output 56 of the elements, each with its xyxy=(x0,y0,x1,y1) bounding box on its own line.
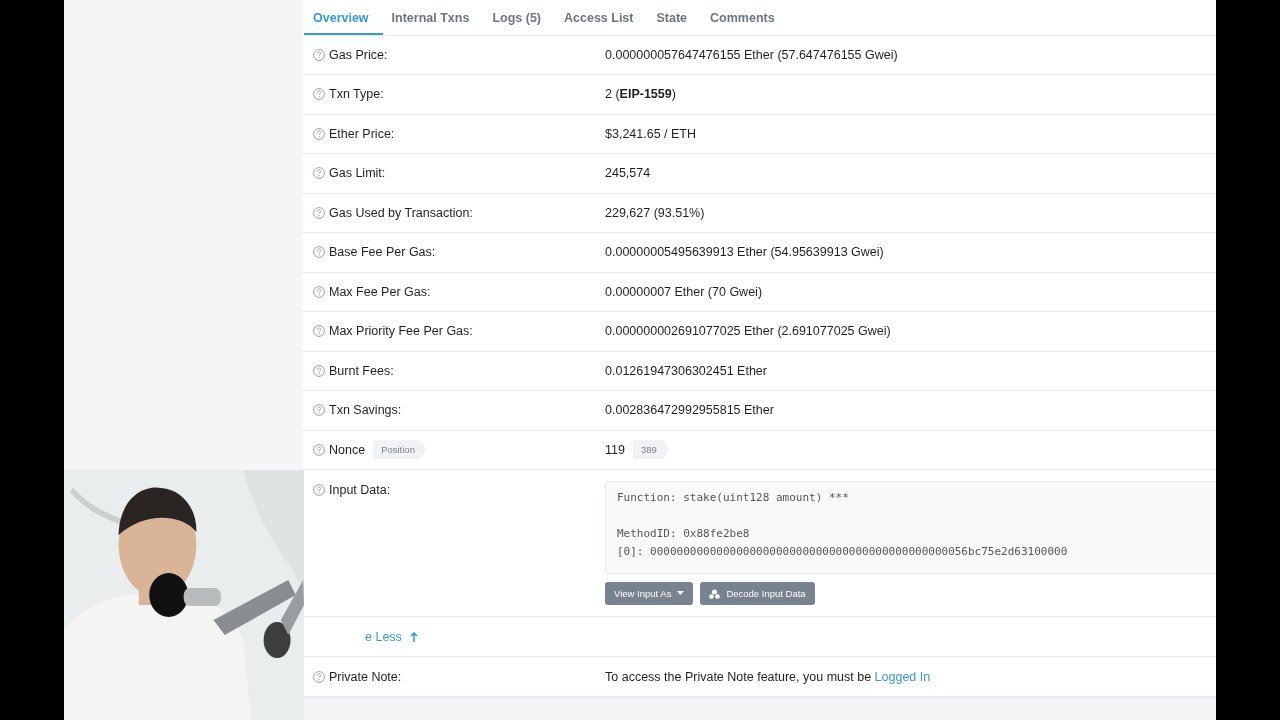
field-value: 0.000000002691077025 Ether (2.691077025 Gwei) xyxy=(605,324,891,339)
tab[interactable]: Logs (5) xyxy=(483,0,555,35)
help-icon[interactable] xyxy=(313,285,325,298)
position-tag: Position xyxy=(373,440,427,460)
note-text: To access the Private Note feature, you must be Logged In xyxy=(605,669,931,684)
tab[interactable]: Overview xyxy=(304,0,383,35)
tab[interactable]: Comments xyxy=(701,0,789,35)
arrow-up-icon xyxy=(409,631,418,642)
field-label: Burnt Fees: xyxy=(329,363,394,378)
field-value: 0.00000005495639913 Ether (54.95639913 Gwei) xyxy=(605,245,884,260)
position-tag: 389 xyxy=(632,440,669,460)
field-label: Txn Savings: xyxy=(329,403,402,418)
caret-icon xyxy=(677,591,685,596)
help-icon[interactable] xyxy=(313,246,325,259)
tab[interactable]: Access List xyxy=(555,0,648,35)
field-label: Gas Used by Transaction: xyxy=(329,205,473,220)
help-icon[interactable] xyxy=(313,404,325,417)
field-label: Base Fee Per Gas: xyxy=(329,245,436,260)
field-value: 0.01261947306302451 Ether xyxy=(605,363,767,378)
help-icon[interactable] xyxy=(313,167,325,180)
field-label: Input Data: xyxy=(329,483,391,497)
help-icon[interactable] xyxy=(313,484,325,496)
field-value: 229,627 (93.51%) xyxy=(605,205,705,220)
field-value: 0.00000007 Ether (70 Gwei) xyxy=(605,284,763,299)
field-label: Max Priority Fee Per Gas: xyxy=(329,324,473,339)
field-label: Nonce xyxy=(329,442,366,457)
view-input-button[interactable]: View Input As xyxy=(605,582,694,605)
field-value: 0.000000057647476155 Ether (57.647476155 Gwei) xyxy=(605,47,898,62)
code-line: [0]: 000000000000000000000000000000000000000000000056bc75e2d63100000 xyxy=(617,545,1068,558)
field-value: 0.002836472992955815 Ether xyxy=(605,403,774,418)
help-icon[interactable] xyxy=(313,443,325,456)
see-less-link[interactable]: e Less xyxy=(365,629,402,644)
help-icon[interactable] xyxy=(313,364,325,377)
field-value: $3,241.65 / ETH xyxy=(605,126,697,141)
code-line: MethodID: 0x88fe2be8 xyxy=(617,527,750,540)
help-icon[interactable] xyxy=(313,88,325,101)
help-icon[interactable] xyxy=(313,48,325,61)
field-label: Txn Type: xyxy=(329,87,384,102)
field-label: Gas Limit: xyxy=(329,166,386,181)
decode-button[interactable]: Decode Input Data xyxy=(700,582,815,605)
help-icon[interactable] xyxy=(313,206,325,219)
code-line: Function: stake(uint128 amount) *** xyxy=(617,491,849,504)
field-value: 245,574 xyxy=(605,166,651,181)
tab[interactable]: Internal Txns xyxy=(382,0,484,35)
shapes-icon xyxy=(709,588,721,599)
help-icon[interactable] xyxy=(313,325,325,338)
login-link[interactable]: Logged In xyxy=(874,669,931,684)
field-value: 2 (EIP-1559) xyxy=(605,87,676,102)
field-label: Max Fee Per Gas: xyxy=(329,284,431,299)
help-icon[interactable] xyxy=(313,670,325,683)
field-label: Ether Price: xyxy=(329,126,395,141)
tab[interactable]: State xyxy=(647,0,702,35)
field-value: 119 xyxy=(605,442,625,457)
help-icon[interactable] xyxy=(313,127,325,140)
field-label: Gas Price: xyxy=(329,47,388,62)
field-label: Private Note: xyxy=(329,669,402,684)
